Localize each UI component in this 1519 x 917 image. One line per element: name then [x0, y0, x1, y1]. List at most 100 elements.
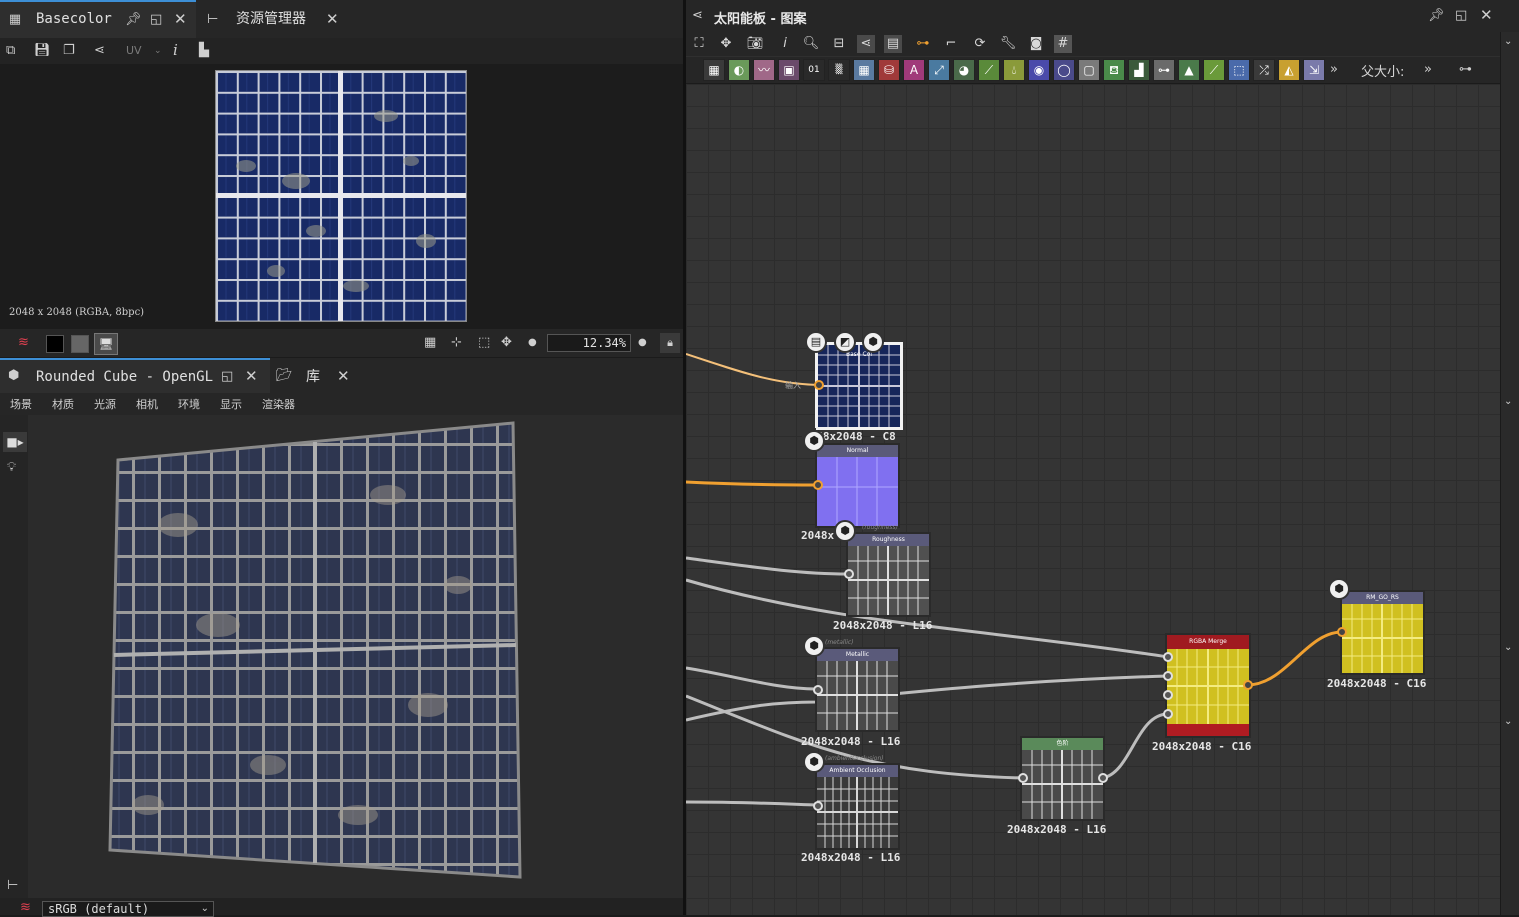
share-icon[interactable]: ⋖	[94, 43, 105, 59]
close-icon[interactable]: ✕	[326, 11, 339, 27]
chevron-down-icon[interactable]: ⌄	[1504, 34, 1512, 50]
text-icon[interactable]: A	[903, 59, 925, 81]
more-icon[interactable]: »	[1330, 62, 1338, 78]
node-merge-output[interactable]	[1243, 680, 1253, 690]
layers-icon[interactable]: ≋	[18, 335, 29, 351]
frame-select-icon[interactable]: ⬚	[1228, 59, 1250, 81]
graph-layout-icon[interactable]: ⋖	[857, 35, 875, 53]
histogram-icon[interactable]: ▙	[199, 43, 209, 59]
tile-icon[interactable]: ▦	[424, 335, 436, 351]
layers-icon[interactable]: ≋	[20, 900, 31, 916]
info-icon[interactable]: i	[776, 35, 794, 53]
move-icon[interactable]: ✥	[501, 335, 512, 351]
uniform-color-icon[interactable]: ◐	[728, 59, 750, 81]
corner-link-icon[interactable]: ⌐	[942, 35, 960, 53]
chevron-down-icon[interactable]: ⌄	[1504, 394, 1512, 410]
chevron-down-icon[interactable]: ⌄	[154, 43, 162, 59]
fill-icon[interactable]: ⛁	[878, 59, 900, 81]
close-icon[interactable]: ✕	[1480, 7, 1493, 23]
warp-icon[interactable]: ▢	[1078, 59, 1100, 81]
tools-icon[interactable]: 🔧︎	[999, 35, 1017, 53]
bit-pattern-icon[interactable]: 01	[803, 59, 825, 81]
info-icon[interactable]: i	[173, 42, 178, 58]
chevron-down-icon[interactable]: ⌄	[1504, 640, 1512, 656]
menu-camera[interactable]: 相机	[136, 396, 158, 412]
node-output[interactable]: RM_GO_RS	[1340, 590, 1425, 675]
checker-bg-swatch[interactable]	[71, 335, 89, 353]
outline-icon[interactable]: ⊢	[7, 878, 18, 894]
tile-sampler-icon[interactable]: ▦	[853, 59, 875, 81]
menu-material[interactable]: 材质	[52, 396, 74, 412]
shuffle-icon[interactable]: ⤮	[1253, 59, 1275, 81]
gradient-map-icon[interactable]: ◯	[1053, 59, 1075, 81]
hsl-icon[interactable]: ◉	[1028, 59, 1050, 81]
node-roughness-input[interactable]	[844, 569, 854, 579]
camera-icon[interactable]: ■▸	[3, 432, 27, 452]
zoom-in-icon[interactable]: ●	[638, 335, 647, 351]
tab-explorer-label[interactable]: 资源管理器	[236, 0, 306, 38]
levels-icon[interactable]: ⟋	[978, 59, 1000, 81]
lock-button[interactable]: 🔒︎	[660, 333, 680, 353]
link-icon[interactable]: ⊶	[914, 35, 932, 53]
node-levels-output[interactable]	[1098, 773, 1108, 783]
node-output-input[interactable]	[1337, 627, 1347, 637]
copy-icon[interactable]: ❐	[63, 43, 75, 59]
float-window-icon[interactable]: ◱	[221, 369, 233, 385]
close-icon[interactable]: ✕	[174, 11, 187, 27]
node-merge-input-g[interactable]	[1163, 671, 1173, 681]
float-window-icon[interactable]: ◱	[150, 12, 162, 28]
node-merge-input-b[interactable]	[1163, 690, 1173, 700]
move-icon[interactable]: ✥	[717, 35, 735, 53]
chevron-down-icon[interactable]: ⌄	[1504, 714, 1512, 730]
refresh-icon[interactable]: ⟳	[971, 35, 989, 53]
drop-icon[interactable]: 💧︎	[1003, 59, 1025, 81]
mirror-icon[interactable]: ◭	[1278, 59, 1300, 81]
pin-icon[interactable]: 📌︎	[125, 12, 142, 28]
menu-lights[interactable]: 光源	[94, 396, 116, 412]
noise-icon[interactable]: ▒	[828, 59, 850, 81]
tab-library-label[interactable]: 库	[306, 358, 320, 396]
preview-icon[interactable]: ◙	[1027, 35, 1045, 53]
bitmap-icon[interactable]: ▣	[778, 59, 800, 81]
export-icon[interactable]: ⧉	[6, 43, 15, 59]
menu-display[interactable]: 显示	[220, 396, 242, 412]
output-icon[interactable]: ⇲	[1303, 59, 1325, 81]
save-icon[interactable]: 💾︎	[34, 43, 51, 59]
connector-icon[interactable]: ⊶	[1459, 62, 1472, 78]
close-icon[interactable]: ✕	[245, 368, 258, 384]
histogram-scan-icon[interactable]: ▲	[1178, 59, 1200, 81]
node-normal[interactable]: Normal	[815, 443, 900, 528]
bucket-icon[interactable]: ⛾	[1103, 59, 1125, 81]
normal-icon[interactable]: ▟	[1128, 59, 1150, 81]
align-icon[interactable]: ⊟	[830, 35, 848, 53]
grid-snap-icon[interactable]: #	[1054, 35, 1072, 53]
zoom-out-icon[interactable]: ●	[528, 335, 537, 351]
node-metallic-input[interactable]	[813, 685, 823, 695]
node-merge-input-r[interactable]	[1163, 652, 1173, 662]
crop-icon[interactable]: ⊹	[451, 335, 462, 351]
pin-icon[interactable]: 📌︎	[1428, 8, 1445, 24]
menu-environment[interactable]: 环境	[178, 396, 200, 412]
node-normal-input[interactable]	[813, 480, 823, 490]
camera-snapshot-icon[interactable]: 📷︎	[746, 35, 764, 53]
switch-icon[interactable]: ⊶	[1153, 59, 1175, 81]
graph-scrollbar[interactable]: ⌄ ⌄ ⌄ ⌄	[1500, 32, 1519, 915]
node-metallic[interactable]: Metallic (metallic)	[815, 639, 900, 732]
node-levels-input[interactable]	[1018, 773, 1028, 783]
float-window-icon[interactable]: ◱	[1455, 8, 1467, 24]
fit-icon[interactable]: ⬚	[478, 335, 490, 351]
node-basecolor-input[interactable]	[814, 380, 824, 390]
blend-icon[interactable]: ◕	[953, 59, 975, 81]
node-basecolor[interactable]: Base Col	[815, 342, 903, 430]
slope-icon[interactable]: ⟋	[1203, 59, 1225, 81]
black-bg-swatch[interactable]	[46, 335, 64, 353]
node-merge-input-a[interactable]	[1163, 709, 1173, 719]
node-roughness[interactable]: Roughness (roughness)	[846, 524, 931, 617]
close-icon[interactable]: ✕	[337, 368, 350, 384]
node-rgba-merge[interactable]: RGBA Merge	[1165, 633, 1251, 738]
uv-toggle[interactable]: UV	[126, 43, 142, 59]
viewer3d-viewport[interactable]	[28, 415, 683, 898]
transform-icon[interactable]: ⤢	[928, 59, 950, 81]
frame-icon[interactable]: ⛶	[690, 35, 708, 53]
curve-icon[interactable]: 〰	[753, 59, 775, 81]
